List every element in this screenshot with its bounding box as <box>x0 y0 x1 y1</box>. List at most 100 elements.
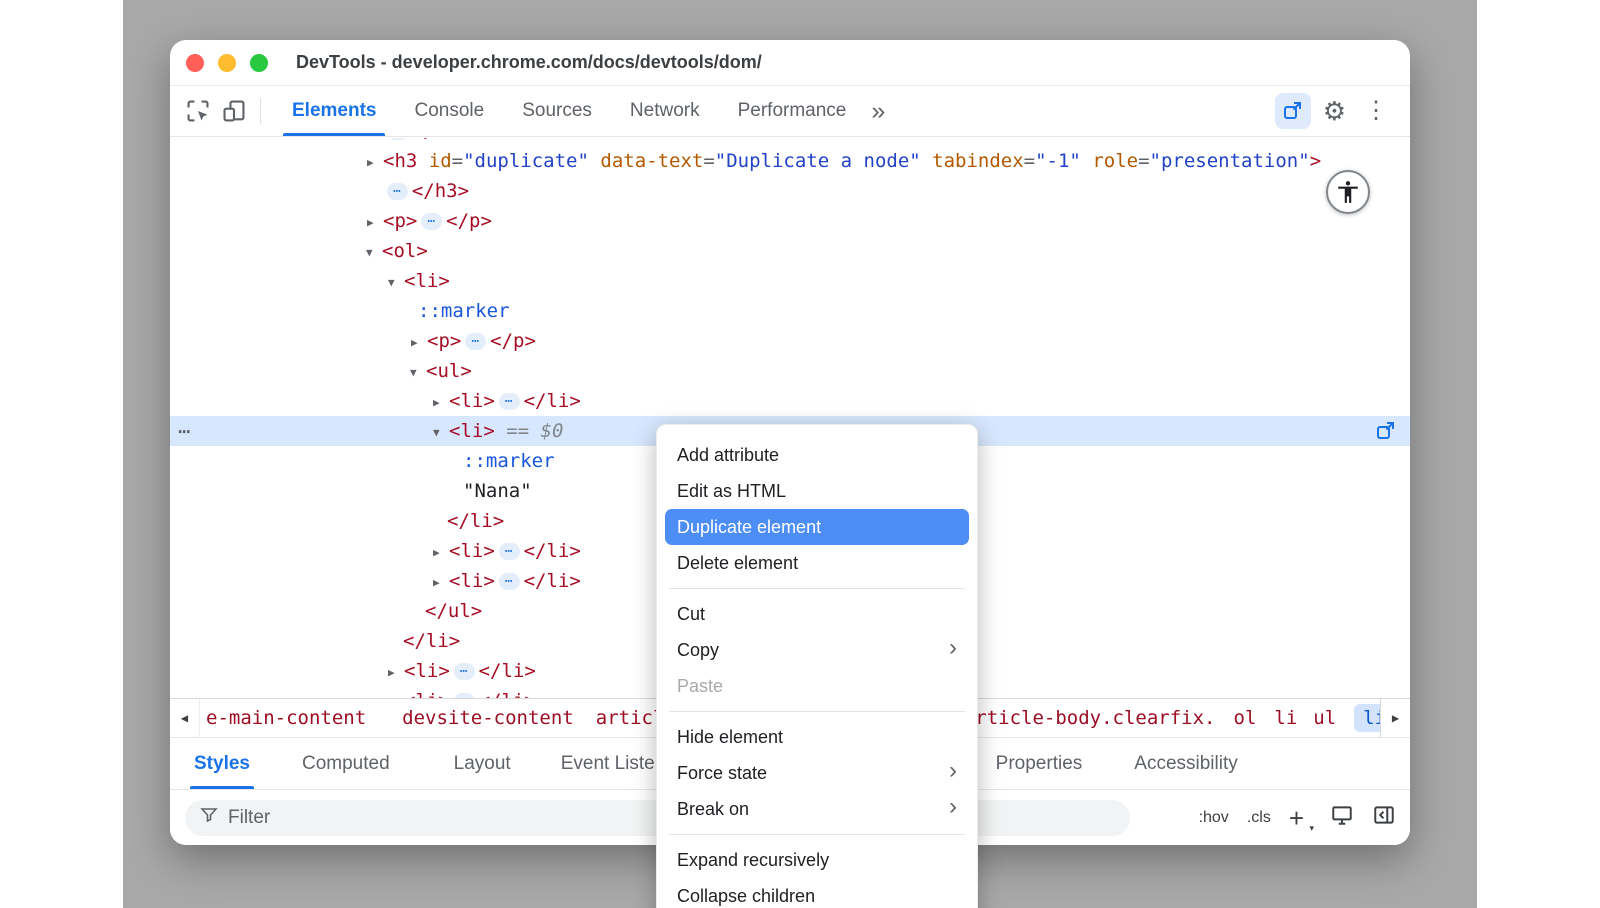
code-token: </li> <box>479 690 536 698</box>
code-token: </li> <box>524 540 581 562</box>
filter-placeholder: Filter <box>228 807 270 829</box>
accessibility-person-icon[interactable] <box>1326 170 1370 214</box>
minimize-button[interactable] <box>218 54 236 72</box>
dom-tree-row[interactable]: ⋯</h3> <box>170 176 1410 206</box>
dom-tree-row[interactable]: ▼<ul> <box>170 356 1410 386</box>
code-token: data-text <box>589 150 703 172</box>
code-token: "Duplicate a node" <box>715 150 921 172</box>
screen-icon[interactable] <box>1330 803 1354 832</box>
code-token: </li> <box>403 630 460 652</box>
title-bar: DevTools - developer.chrome.com/docs/dev… <box>170 40 1410 86</box>
code-token: $0 <box>541 420 564 442</box>
collapse-arrow-icon[interactable]: ▼ <box>388 268 404 298</box>
inspect-cursor-icon[interactable] <box>180 93 216 129</box>
inline-expand-icon[interactable]: ⋯ <box>454 663 475 680</box>
collapse-arrow-icon[interactable]: ▼ <box>410 358 426 388</box>
tab-performance[interactable]: Performance <box>719 86 866 136</box>
tab-computed[interactable]: Computed <box>298 738 394 789</box>
breadcrumb-item-ul[interactable]: ul <box>1313 707 1336 729</box>
zoom-button[interactable] <box>250 54 268 72</box>
code-token: </h2> <box>412 138 469 142</box>
breadcrumb-item-li[interactable]: li <box>1354 704 1380 732</box>
dom-tree-row[interactable]: ▶<h3 id="duplicate" data-text="Duplicate… <box>170 146 1410 176</box>
inline-expand-icon[interactable]: ⋯ <box>499 393 520 410</box>
expand-arrow-icon[interactable]: ▶ <box>433 568 449 598</box>
code-token: == <box>495 420 541 442</box>
dom-tree-row[interactable]: ▶<p>⋯</p> <box>170 206 1410 236</box>
settings-gear-icon[interactable]: ⚙ <box>1323 98 1346 124</box>
dom-tree-row[interactable]: ⋯ </h2> <box>170 138 1410 146</box>
more-tabs-icon[interactable]: » <box>871 97 885 126</box>
code-token: role <box>1081 150 1138 172</box>
expand-arrow-icon[interactable]: ▶ <box>433 388 449 418</box>
dom-tree-row[interactable]: ▼<ol> <box>170 236 1410 266</box>
styles-pane-controls: :hov .cls +▾ <box>1199 803 1396 832</box>
tab-console[interactable]: Console <box>395 86 503 136</box>
code-token: <li> <box>449 540 495 562</box>
expand-arrow-icon[interactable]: ▶ <box>411 328 427 358</box>
context-menu-item-force-state[interactable]: Force state› <box>657 755 977 791</box>
hov-toggle[interactable]: :hov <box>1199 809 1229 827</box>
expand-arrow-icon[interactable]: ▶ <box>388 658 404 688</box>
inline-expand-icon[interactable]: ⋯ <box>499 573 520 590</box>
tab-accessibility[interactable]: Accessibility <box>1130 738 1241 789</box>
square-arrow-icon[interactable] <box>1275 93 1311 129</box>
expand-arrow-icon[interactable]: ▶ <box>367 208 383 238</box>
menu-item-label: Hide element <box>677 727 783 748</box>
code-token: = <box>703 150 714 172</box>
close-button[interactable] <box>186 54 204 72</box>
cls-toggle[interactable]: .cls <box>1247 809 1271 827</box>
context-menu-item-expand-recursively[interactable]: Expand recursively <box>657 842 977 878</box>
main-toolbar: ElementsConsoleSourcesNetworkPerformance… <box>170 86 1410 137</box>
tab-network[interactable]: Network <box>611 86 719 136</box>
inline-expand-icon[interactable]: ⋯ <box>465 333 486 350</box>
dom-tree-row[interactable]: ▼<li> <box>170 266 1410 296</box>
context-menu-item-edit-as-html[interactable]: Edit as HTML <box>657 473 977 509</box>
sidebar-toggle-icon[interactable] <box>1372 803 1396 832</box>
more-options-icon[interactable]: ⋮ <box>1358 99 1394 123</box>
code-token: <li> <box>449 420 495 442</box>
tab-layout[interactable]: Layout <box>450 738 515 789</box>
tab-properties[interactable]: Properties <box>992 738 1087 789</box>
context-menu-item-cut[interactable]: Cut <box>657 596 977 632</box>
context-menu-item-collapse-children[interactable]: Collapse children <box>657 878 977 908</box>
inline-expand-icon[interactable]: ⋯ <box>387 183 408 200</box>
expand-arrow-icon[interactable]: ▶ <box>388 688 404 698</box>
row-overflow-menu-icon[interactable]: ⋯ <box>178 416 190 446</box>
expand-arrow-icon[interactable]: ▶ <box>433 538 449 568</box>
menu-divider <box>669 834 965 835</box>
collapse-arrow-icon[interactable]: ▼ <box>366 238 382 268</box>
collapse-arrow-icon[interactable]: ▼ <box>433 418 449 448</box>
tab-elements[interactable]: Elements <box>273 86 395 136</box>
dom-tree-row[interactable]: ::marker <box>170 296 1410 326</box>
tab-sources[interactable]: Sources <box>503 86 611 136</box>
context-menu-item-duplicate-element[interactable]: Duplicate element <box>665 509 969 545</box>
context-menu-item-delete-element[interactable]: Delete element <box>657 545 977 581</box>
device-toolbar-icon[interactable] <box>216 93 252 129</box>
inline-expand-icon[interactable]: ⋯ <box>387 138 408 140</box>
dom-tree-row[interactable]: ▶<li>⋯</li> <box>170 386 1410 416</box>
code-token: = <box>452 150 463 172</box>
breadcrumb-item-article-body-clearfix[interactable]: article-body.clearfix. <box>964 707 1216 729</box>
code-token: ::marker <box>463 450 555 472</box>
breadcrumb-item-ol[interactable]: ol <box>1234 707 1257 729</box>
menu-item-label: Collapse children <box>677 886 815 907</box>
dom-tree-row[interactable]: ▶<p>⋯</p> <box>170 326 1410 356</box>
context-menu-item-copy[interactable]: Copy› <box>657 632 977 668</box>
context-menu-item-break-on[interactable]: Break on› <box>657 791 977 827</box>
tab-styles[interactable]: Styles <box>190 738 254 789</box>
breadcrumb-next-icon[interactable]: ▶ <box>1380 699 1410 737</box>
breadcrumb-item-devsite-content[interactable]: devsite-content <box>402 707 574 729</box>
menu-item-label: Force state <box>677 763 767 784</box>
inline-expand-icon[interactable]: ⋯ <box>421 213 442 230</box>
breadcrumb-item-li[interactable]: li <box>1274 707 1297 729</box>
breadcrumb-prev-icon[interactable]: ◀ <box>170 699 200 737</box>
inline-expand-icon[interactable]: ⋯ <box>499 543 520 560</box>
context-menu-item-add-attribute[interactable]: Add attribute <box>657 437 977 473</box>
new-style-rule-button[interactable]: +▾ <box>1289 805 1312 831</box>
context-menu-item-hide-element[interactable]: Hide element <box>657 719 977 755</box>
code-token: "presentation" <box>1150 150 1310 172</box>
expand-arrow-icon[interactable]: ▶ <box>367 148 383 178</box>
breadcrumb-item-e-main-content[interactable]: e-main-content <box>206 707 366 729</box>
menu-item-label: Duplicate element <box>677 517 821 538</box>
